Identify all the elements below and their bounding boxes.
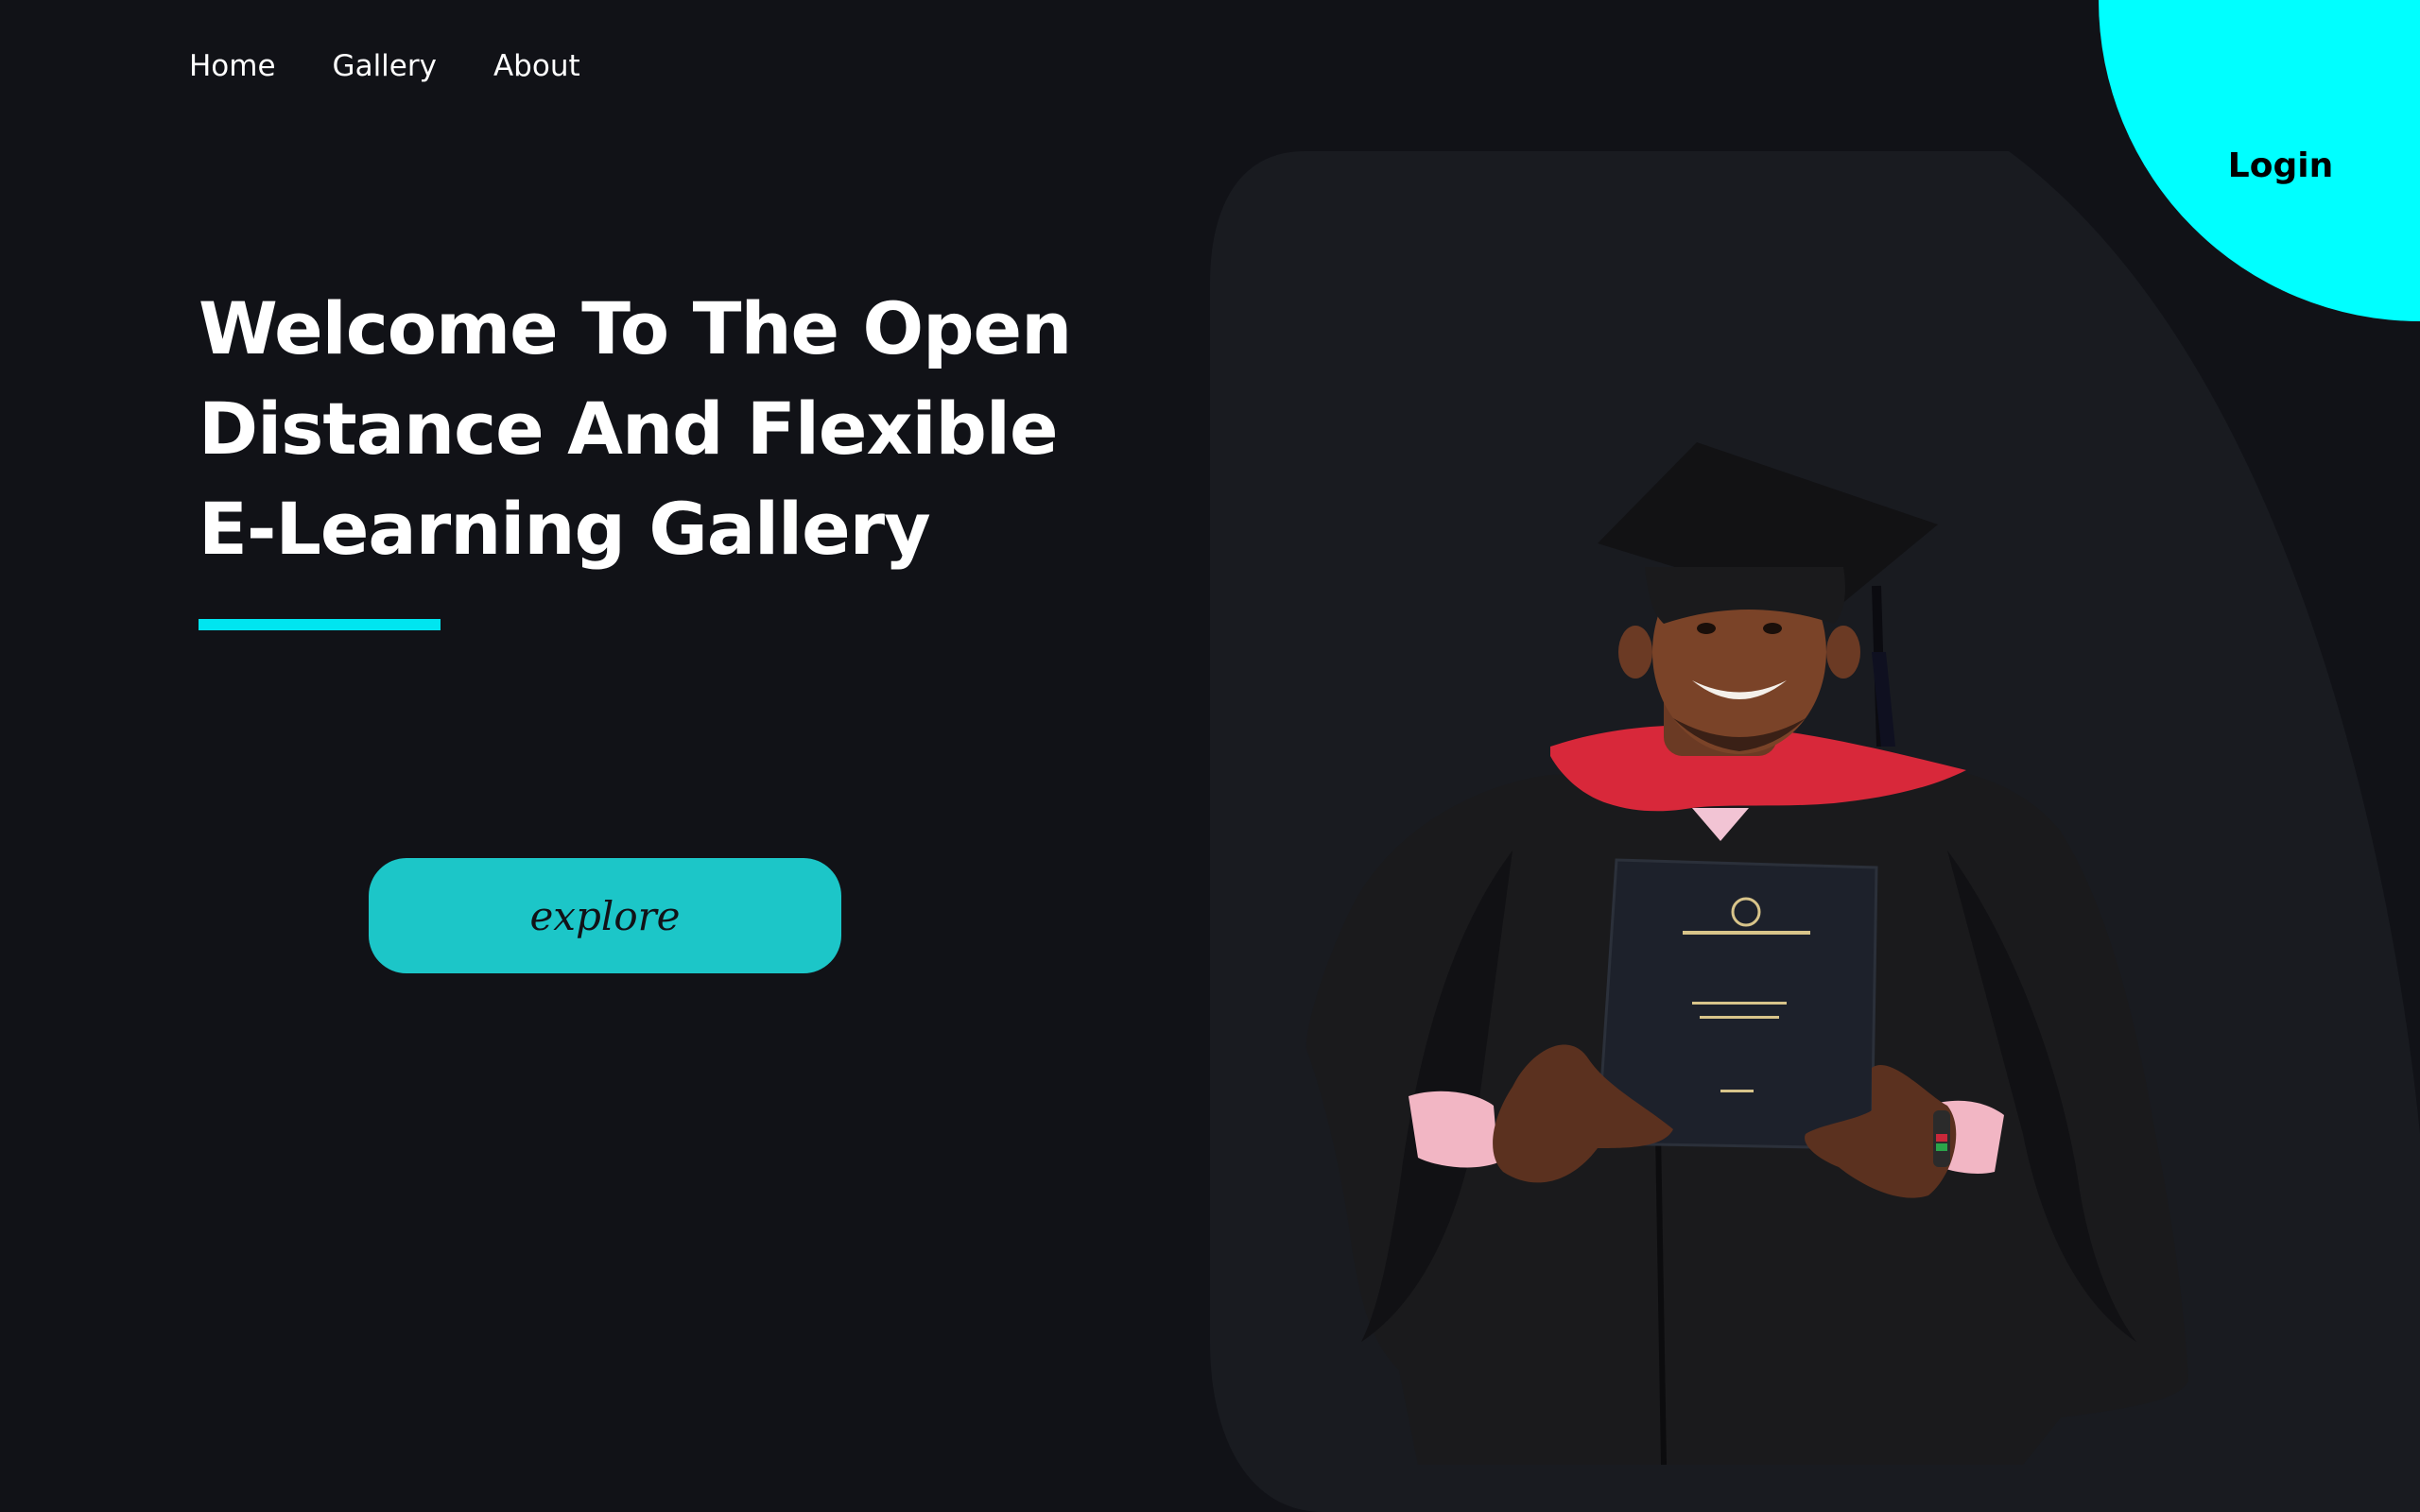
landing-page: Home Gallery About Login Welcome To The … <box>0 0 2420 1512</box>
graduate-image <box>1305 442 2188 1466</box>
